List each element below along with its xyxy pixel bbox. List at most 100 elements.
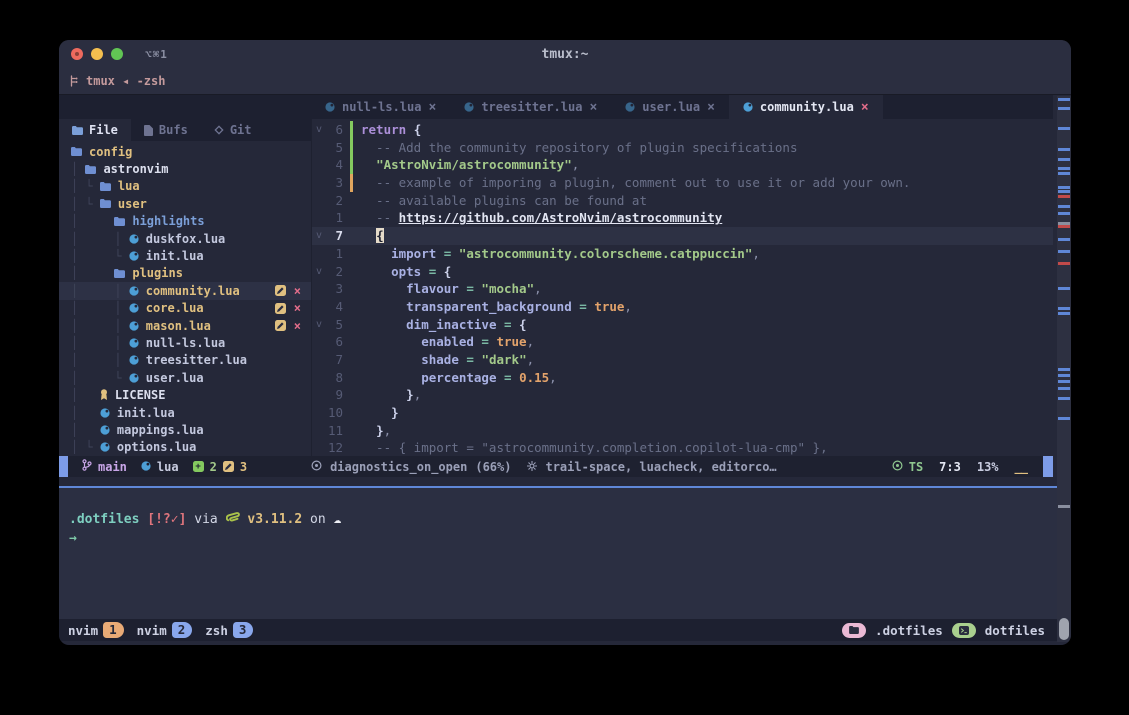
folder-badge-icon	[849, 626, 859, 634]
tree-item-core.lua[interactable]: │ │ core.lua×	[59, 300, 311, 317]
tree-item-LICENSE[interactable]: │ LICENSE	[59, 386, 311, 403]
tree-item-null-ls.lua[interactable]: │ │ null-ls.lua	[59, 334, 311, 351]
close-icon[interactable]: ×	[707, 100, 715, 115]
close-icon[interactable]: ×	[861, 100, 869, 115]
close-icon[interactable]: ×	[294, 319, 301, 333]
tmux-window-number: 1	[103, 622, 124, 638]
minimap-mark-red	[1058, 225, 1070, 228]
tree-item-user[interactable]: │ └ user	[59, 195, 311, 212]
code-line[interactable]: 10 }	[312, 404, 1053, 422]
shell-pane[interactable]: .dotfiles [!?✓] via v3.11.2 on ☁ →	[59, 488, 1071, 619]
lsp-tools-segment[interactable]: trail-space, luacheck, editorco…	[527, 460, 776, 474]
tmux-window-nvim-2[interactable]: nvim2	[137, 622, 193, 638]
mode-indicator	[59, 456, 68, 477]
code-line[interactable]: v2 opts = {	[312, 263, 1053, 281]
close-icon[interactable]: ×	[294, 301, 301, 315]
tree-item-label: highlights	[132, 214, 204, 228]
code-line[interactable]: 11 },	[312, 422, 1053, 440]
treesitter-segment[interactable]: TS	[892, 460, 923, 474]
code-line[interactable]: 8 percentage = 0.15,	[312, 369, 1053, 387]
code-line[interactable]: 7 shade = "dark",	[312, 351, 1053, 369]
tree-item-duskfox.lua[interactable]: │ │ duskfox.lua	[59, 230, 311, 247]
buffer-tab-treesitter.lua[interactable]: treesitter.lua ×	[450, 95, 611, 119]
tree-item-community.lua[interactable]: │ │ community.lua×	[59, 282, 311, 299]
tmux-window-nvim-1[interactable]: nvim 1	[68, 622, 124, 638]
explorer-tab-file[interactable]: File	[59, 119, 131, 141]
minimap-mark-blue	[1058, 287, 1070, 290]
code-text: return {	[361, 121, 421, 139]
buffer-tab-null-ls.lua[interactable]: null-ls.lua ×	[311, 95, 450, 119]
fold-column	[312, 209, 326, 227]
code-line[interactable]: 1 import = "astrocommunity.colorscheme.c…	[312, 245, 1053, 263]
code-line[interactable]: 6 enabled = true,	[312, 333, 1053, 351]
code-editor[interactable]: v6return {5 -- Add the community reposit…	[311, 119, 1053, 456]
explorer-tab-git[interactable]: Git	[201, 119, 265, 141]
explorer-tab-bufs[interactable]: Bufs	[131, 119, 201, 141]
code-text: enabled = true,	[361, 333, 534, 351]
tree-item-mappings.lua[interactable]: │ mappings.lua	[59, 421, 311, 438]
diagnostics-segment[interactable]: diagnostics_on_open (66%)	[311, 460, 511, 474]
buffer-tab-user.lua[interactable]: user.lua×	[611, 95, 729, 119]
code-text: -- available plugins can be found at	[361, 192, 647, 210]
code-line[interactable]: 4 transparent_background = true,	[312, 298, 1053, 316]
buffer-tab-label: null-ls.lua	[342, 100, 421, 114]
close-icon[interactable]: ×	[294, 284, 301, 298]
tree-item-plugins[interactable]: │ plugins	[59, 265, 311, 282]
tree-item-init.lua[interactable]: │ init.lua	[59, 404, 311, 421]
tree-guide: │ │	[71, 232, 129, 246]
fold-chevron-icon[interactable]: v	[312, 263, 326, 281]
tree-item-config[interactable]: config	[59, 143, 311, 160]
tree-item-options.lua[interactable]: │ └ options.lua	[59, 439, 311, 456]
code-line[interactable]: 2 -- available plugins can be found at	[312, 192, 1053, 210]
close-icon[interactable]: ×	[428, 100, 436, 115]
tree-item-user.lua[interactable]: │ └ user.lua	[59, 369, 311, 386]
fold-column	[312, 156, 326, 174]
line-number: 12	[326, 439, 350, 456]
buffer-tab-label: treesitter.lua	[481, 100, 582, 114]
prompt-on-text: on	[302, 512, 333, 527]
git-stats-segment[interactable]: 2 3	[193, 460, 247, 474]
screen: ⌥⌘1 tmux:~ tmux ◂ -zsh null-ls.lua×trees…	[0, 0, 1129, 715]
tree-item-lua[interactable]: │ └ lua	[59, 178, 311, 195]
terminal-tab-label[interactable]: tmux ◂ -zsh	[86, 74, 165, 88]
tree-item-label: mappings.lua	[117, 423, 204, 437]
code-line[interactable]: 4 "AstroNvim/astrocommunity",	[312, 156, 1053, 174]
code-line[interactable]: 9 },	[312, 386, 1053, 404]
code-line[interactable]: 12 -- { import = "astrocommunity.complet…	[312, 439, 1053, 456]
code-line[interactable]: 3 -- example of imporing a plugin, comme…	[312, 174, 1053, 192]
tree-item-treesitter.lua[interactable]: │ │ treesitter.lua	[59, 352, 311, 369]
diagnostics-percent: (66%)	[475, 460, 511, 474]
tmux-window-zsh-3[interactable]: zsh3	[205, 622, 253, 638]
git-branch-segment[interactable]: main	[82, 459, 127, 474]
tree-item-label: core.lua	[146, 301, 204, 315]
code-line[interactable]: v5 dim_inactive = {	[312, 316, 1053, 334]
tree-item-mason.lua[interactable]: │ │ mason.lua×	[59, 317, 311, 334]
code-text: transparent_background = true,	[361, 298, 632, 316]
tmux-window-name: nvim	[68, 623, 98, 638]
fold-chevron-icon[interactable]: v	[312, 316, 326, 334]
minimap-mark-blue	[1058, 107, 1070, 110]
minimap-scrollbar[interactable]	[1057, 96, 1071, 642]
buffer-tab-community.lua[interactable]: community.lua×	[729, 95, 883, 119]
tree-item-astronvim[interactable]: │ astronvim	[59, 160, 311, 177]
minimap-mark-blue	[1058, 127, 1070, 130]
tree-item-label: community.lua	[146, 284, 240, 298]
code-line[interactable]: 5 -- Add the community repository of plu…	[312, 139, 1053, 157]
tree-item-init.lua[interactable]: │ └ init.lua	[59, 247, 311, 264]
minimap-mark-blue	[1058, 374, 1070, 377]
tmux-window-name: zsh	[205, 623, 228, 638]
close-icon[interactable]: ×	[589, 100, 597, 115]
fold-chevron-icon[interactable]: v	[312, 121, 326, 139]
fold-column	[312, 439, 326, 456]
code-line[interactable]: 3 flavour = "mocha",	[312, 280, 1053, 298]
fold-chevron-icon[interactable]: v	[312, 227, 326, 245]
code-line[interactable]: v6return {	[312, 121, 1053, 139]
code-line[interactable]: 1 -- https://github.com/AstroNvim/astroc…	[312, 209, 1053, 227]
lua-file-icon	[129, 373, 139, 383]
tree-item-highlights[interactable]: │ highlights	[59, 213, 311, 230]
code-text: }	[361, 404, 399, 422]
lua-file-icon	[100, 442, 110, 452]
scrollbar-thumb[interactable]	[1059, 618, 1069, 640]
prompt-git-status: [!?✓]	[147, 512, 186, 527]
code-line[interactable]: v7 {	[312, 227, 1053, 245]
